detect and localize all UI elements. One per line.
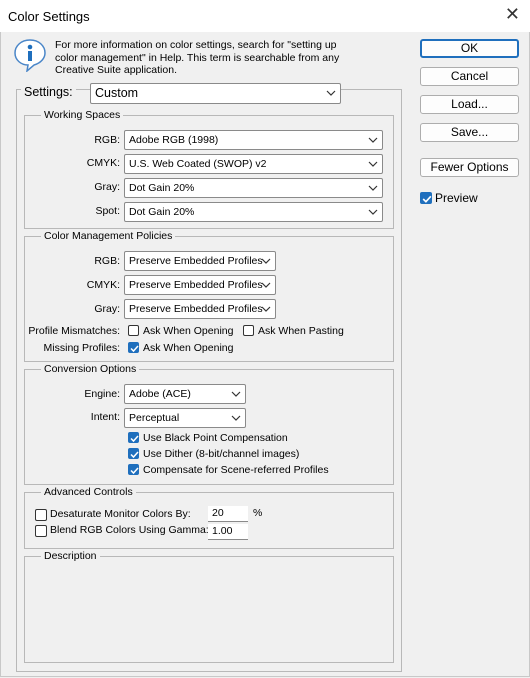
fewer-options-button[interactable]: Fewer Options	[420, 158, 519, 177]
ws-gray-dropdown[interactable]: Dot Gain 20%	[124, 178, 383, 198]
conversion-title: Conversion Options	[41, 363, 140, 375]
preview-label: Preview	[435, 191, 478, 205]
chevron-down-icon	[368, 137, 378, 143]
chevron-down-icon	[368, 185, 378, 191]
description-title: Description	[41, 550, 100, 562]
engine-label: Engine:	[84, 388, 120, 400]
engine-dropdown[interactable]: Adobe (ACE)	[124, 384, 246, 404]
policy-cmyk-label: CMYK:	[86, 279, 120, 291]
ws-rgb-label: RGB:	[94, 134, 120, 146]
policy-gray-dropdown[interactable]: Preserve Embedded Profiles	[124, 299, 276, 319]
policy-gray-value: Preserve Embedded Profiles	[129, 303, 263, 315]
checkmark-icon	[422, 195, 432, 203]
chevron-down-icon	[231, 391, 241, 397]
blend-gamma-label: Blend RGB Colors Using Gamma:	[50, 524, 209, 536]
mismatch-ask-pasting-label: Ask When Pasting	[258, 325, 344, 337]
window-title: Color Settings	[8, 9, 90, 24]
black-point-label: Use Black Point Compensation	[143, 432, 288, 444]
chevron-down-icon	[326, 90, 336, 96]
blend-gamma-input[interactable]: 1.00	[208, 524, 248, 540]
mismatch-ask-opening-checkbox[interactable]	[128, 325, 139, 336]
chevron-down-icon	[261, 282, 271, 288]
settings-value: Custom	[95, 86, 139, 100]
policies-title: Color Management Policies	[41, 230, 176, 242]
policy-gray-label: Gray:	[94, 303, 120, 315]
mismatch-ask-opening-label: Ask When Opening	[143, 325, 234, 337]
checkmark-icon	[130, 451, 139, 459]
advanced-title: Advanced Controls	[41, 486, 136, 498]
profile-mismatches-label: Profile Mismatches:	[28, 325, 120, 337]
ws-cmyk-value: U.S. Web Coated (SWOP) v2	[129, 158, 267, 170]
checkmark-icon	[130, 435, 139, 443]
ws-rgb-value: Adobe RGB (1998)	[129, 134, 219, 146]
chevron-down-icon	[368, 161, 378, 167]
policy-rgb-value: Preserve Embedded Profiles	[129, 255, 263, 267]
working-spaces-title: Working Spaces	[41, 109, 124, 121]
ws-gray-label: Gray:	[94, 181, 120, 193]
ws-gray-value: Dot Gain 20%	[129, 182, 195, 194]
load-button[interactable]: Load...	[420, 95, 519, 114]
desaturate-input[interactable]: 20	[208, 506, 248, 522]
checkmark-icon	[130, 345, 139, 353]
chevron-down-icon	[231, 415, 241, 421]
info-text-line: Creative Suite application.	[55, 64, 177, 76]
ws-spot-label: Spot:	[95, 205, 120, 217]
checkmark-icon	[130, 467, 139, 475]
close-icon[interactable]: ✕	[505, 5, 520, 23]
missing-profiles-label: Missing Profiles:	[43, 342, 120, 354]
info-text-line: color management" in Help. This term is …	[55, 51, 340, 64]
policy-rgb-dropdown[interactable]: Preserve Embedded Profiles	[124, 251, 276, 271]
chevron-down-icon	[261, 258, 271, 264]
cancel-button[interactable]: Cancel	[420, 67, 519, 86]
scene-referred-label: Compensate for Scene-referred Profiles	[143, 464, 329, 476]
policy-cmyk-dropdown[interactable]: Preserve Embedded Profiles	[124, 275, 276, 295]
ws-spot-value: Dot Gain 20%	[129, 206, 195, 218]
missing-ask-opening-checkbox[interactable]	[128, 342, 139, 353]
desaturate-label: Desaturate Monitor Colors By:	[50, 508, 191, 520]
missing-ask-opening-label: Ask When Opening	[143, 342, 234, 354]
info-text: For more information on color settings, …	[55, 39, 355, 77]
scene-referred-checkbox[interactable]	[128, 464, 139, 475]
intent-dropdown[interactable]: Perceptual	[124, 408, 246, 428]
chevron-down-icon	[368, 209, 378, 215]
info-text-line: For more information on color settings, …	[55, 39, 337, 51]
info-icon	[14, 39, 46, 72]
ws-cmyk-label: CMYK:	[86, 157, 120, 169]
preview-checkbox[interactable]	[420, 192, 432, 204]
intent-value: Perceptual	[129, 412, 180, 424]
settings-dropdown[interactable]: Custom	[90, 83, 341, 104]
chevron-down-icon	[261, 306, 271, 312]
intent-label: Intent:	[90, 411, 120, 423]
dither-label: Use Dither (8-bit/channel images)	[143, 448, 300, 460]
description-group	[24, 556, 394, 663]
policy-rgb-label: RGB:	[94, 255, 120, 267]
ws-rgb-dropdown[interactable]: Adobe RGB (1998)	[124, 130, 383, 150]
ok-button[interactable]: OK	[420, 39, 519, 58]
black-point-checkbox[interactable]	[128, 432, 139, 443]
dither-checkbox[interactable]	[128, 448, 139, 459]
blend-gamma-checkbox[interactable]	[35, 525, 47, 537]
ws-spot-dropdown[interactable]: Dot Gain 20%	[124, 202, 383, 222]
ws-cmyk-dropdown[interactable]: U.S. Web Coated (SWOP) v2	[124, 154, 383, 174]
settings-label: Settings:	[21, 85, 76, 99]
save-button[interactable]: Save...	[420, 123, 519, 142]
mismatch-ask-pasting-checkbox[interactable]	[243, 325, 254, 336]
desaturate-unit: %	[253, 507, 263, 519]
desaturate-checkbox[interactable]	[35, 509, 47, 521]
engine-value: Adobe (ACE)	[129, 388, 191, 400]
title-bar: Color Settings ✕	[0, 0, 530, 32]
policy-cmyk-value: Preserve Embedded Profiles	[129, 279, 263, 291]
